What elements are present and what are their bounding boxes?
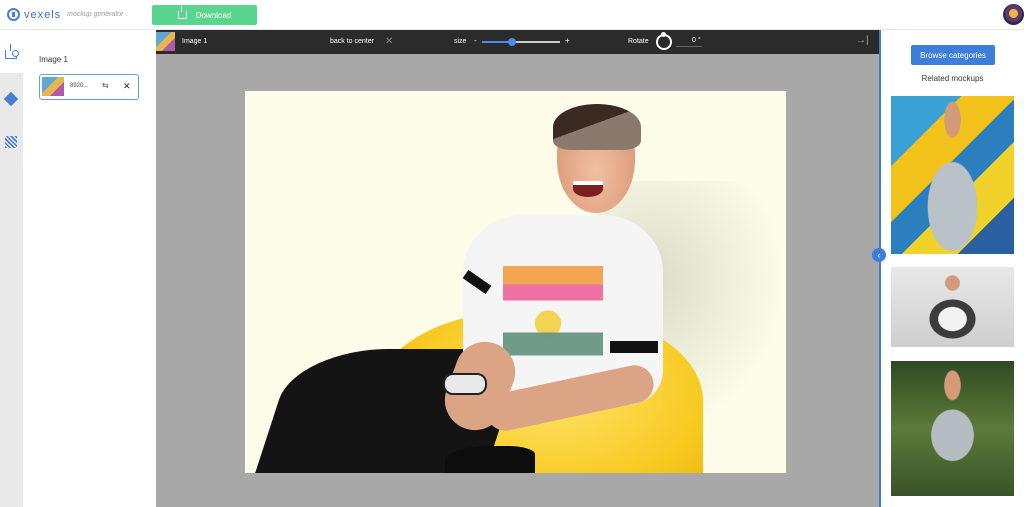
model-mouth xyxy=(573,181,603,197)
tool-rail xyxy=(0,30,23,507)
game-controller xyxy=(443,373,487,395)
layers-title: Image 1 xyxy=(39,55,68,64)
rotate-angle-value[interactable]: 0 ° xyxy=(692,37,701,44)
layer-thumbnail xyxy=(42,77,64,96)
canvas-area xyxy=(156,54,880,507)
browse-categories-button[interactable]: Browse categories xyxy=(911,45,995,65)
download-button[interactable]: Download xyxy=(152,5,257,25)
tshirt-graphic[interactable] xyxy=(503,266,603,381)
replace-image-icon[interactable]: ⇆ xyxy=(102,81,112,91)
rotate-dial[interactable] xyxy=(656,32,672,50)
pattern-icon[interactable] xyxy=(4,135,18,149)
download-label: Download xyxy=(195,10,232,20)
related-mockup-thumbnail[interactable] xyxy=(891,361,1014,496)
size-increase-button[interactable]: + xyxy=(565,36,570,45)
size-decrease-button[interactable]: - xyxy=(474,36,477,45)
logo-text: vexels xyxy=(24,8,62,21)
layers-panel: Image 1 8920... ⇆ ✕ xyxy=(23,30,156,507)
avatar[interactable] xyxy=(1003,4,1024,25)
back-to-center-button[interactable]: back to center xyxy=(330,38,374,45)
model-beanie xyxy=(553,104,641,150)
paint-bucket-icon[interactable] xyxy=(3,91,19,107)
rotate-label: Rotate xyxy=(628,38,649,45)
model-shoe xyxy=(445,446,535,473)
upload-icon[interactable] xyxy=(4,44,19,60)
size-slider-handle[interactable] xyxy=(507,38,516,46)
layer-name: 8920... xyxy=(70,83,89,89)
size-label: size xyxy=(454,38,467,45)
related-mockups-title: Related mockups xyxy=(921,74,984,83)
size-slider[interactable] xyxy=(482,38,560,46)
related-mockup-thumbnail[interactable] xyxy=(891,96,1014,254)
logo-subtitle: mockup generator xyxy=(67,11,124,18)
vexels-logo-icon xyxy=(7,8,20,21)
mockup-artboard[interactable] xyxy=(245,91,786,473)
toolbar-image-name: Image 1 xyxy=(182,38,208,45)
sleeve-stripe-right xyxy=(610,341,658,353)
chevron-left-icon[interactable]: ‹ xyxy=(872,248,886,262)
top-header: vexels mockup generator Download xyxy=(0,0,1024,30)
vexels-logo[interactable]: vexels xyxy=(7,8,61,21)
related-mockups-drawer: Browse categories Related mockups xyxy=(881,30,1024,507)
move-arrows-icon[interactable]: ✕ xyxy=(385,36,396,47)
download-icon xyxy=(177,6,187,19)
canvas-toolbar: Image 1 back to center ✕ size - + Rotate… xyxy=(156,30,880,54)
related-mockup-thumbnail[interactable] xyxy=(891,267,1014,347)
rotate-input-underline xyxy=(676,46,702,47)
toolbar-image-thumbnail xyxy=(156,32,175,51)
layer-item[interactable]: 8920... ⇆ ✕ xyxy=(39,74,139,100)
collapse-panel-icon[interactable]: →| xyxy=(856,35,869,46)
close-icon[interactable]: ✕ xyxy=(123,81,131,92)
